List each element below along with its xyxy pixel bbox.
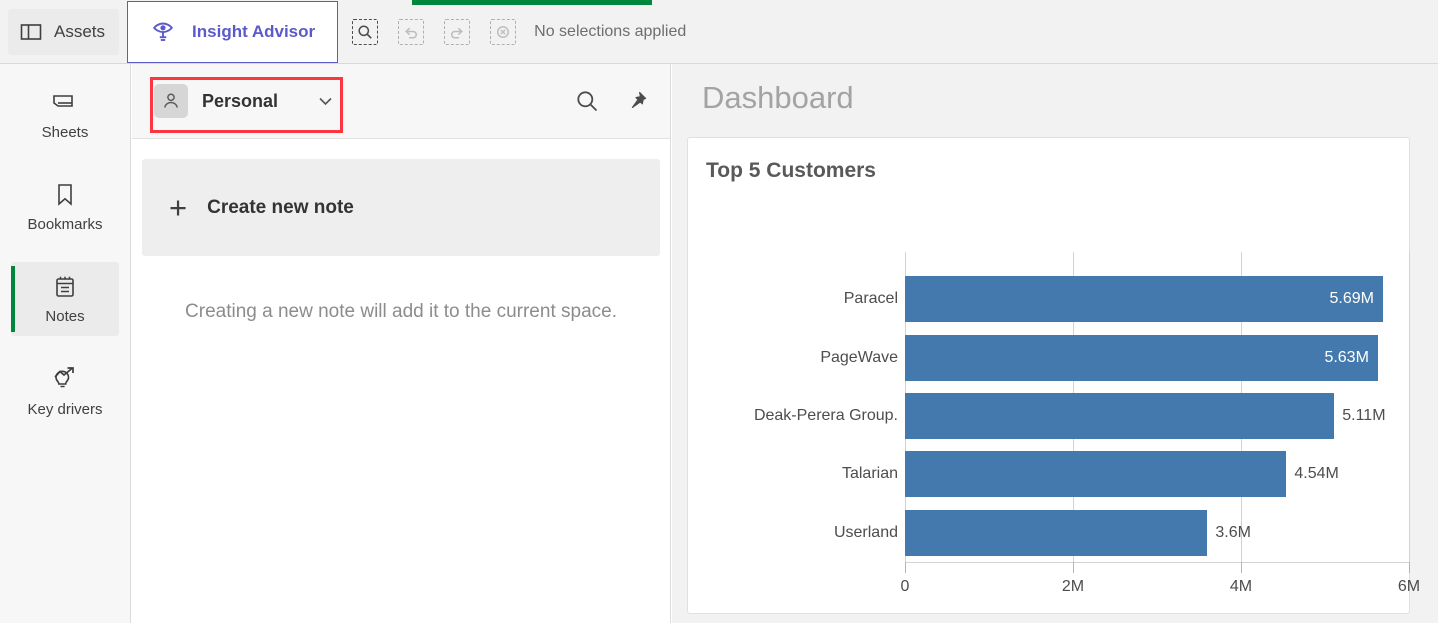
bar-category-label: Deak-Perera Group. bbox=[754, 407, 898, 425]
insight-advisor-label: Insight Advisor bbox=[192, 22, 315, 42]
create-note-label: Create new note bbox=[207, 197, 354, 219]
notes-icon bbox=[52, 274, 78, 300]
bar-value-label: 5.11M bbox=[1342, 407, 1385, 425]
key-drivers-icon bbox=[50, 365, 80, 393]
sidebar-item-sheets[interactable]: Sheets bbox=[11, 78, 119, 152]
tab-insight-advisor[interactable]: Insight Advisor bbox=[127, 1, 338, 63]
bar-value-label: 3.6M bbox=[1215, 524, 1251, 542]
bar[interactable]: Talarian4.54M bbox=[905, 451, 1286, 497]
bar-row[interactable]: PageWave5.63M bbox=[905, 328, 1409, 386]
bookmark-icon bbox=[53, 182, 77, 208]
assets-button[interactable]: Assets bbox=[8, 9, 119, 55]
sidebar-item-label: Key drivers bbox=[27, 401, 102, 418]
selection-status-text: No selections applied bbox=[534, 23, 686, 41]
notes-panel-header: Personal bbox=[132, 64, 670, 139]
assets-label: Assets bbox=[54, 22, 105, 42]
clear-selections-icon[interactable] bbox=[490, 19, 516, 45]
top-toolbar: Assets Insight Advisor bbox=[0, 0, 1438, 64]
axis-tick-label: 4M bbox=[1230, 578, 1252, 596]
pin-icon[interactable] bbox=[626, 90, 648, 112]
chart-card[interactable]: Top 5 Customers Paracel5.69MPageWave5.63… bbox=[687, 137, 1410, 614]
bar[interactable]: Deak-Perera Group.5.11M bbox=[905, 393, 1334, 439]
redo-icon[interactable] bbox=[444, 19, 470, 45]
gridline bbox=[1409, 252, 1410, 566]
axis-tick-label: 0 bbox=[901, 578, 910, 596]
axis-tick bbox=[1409, 562, 1410, 573]
axis-tick-label: 2M bbox=[1062, 578, 1084, 596]
bar-row[interactable]: Deak-Perera Group.5.11M bbox=[905, 387, 1409, 445]
search-icon[interactable] bbox=[575, 89, 600, 114]
space-name-label: Personal bbox=[202, 91, 278, 112]
bar-row[interactable]: Paracel5.69M bbox=[905, 270, 1409, 328]
chart-bars: Paracel5.69M PageWave5.63M Deak-Perera Gro… bbox=[905, 270, 1409, 562]
notes-panel-body: + Create new note Creating a new note wi… bbox=[132, 139, 670, 323]
selection-toolbar bbox=[352, 19, 516, 45]
plus-icon: + bbox=[169, 192, 187, 223]
undo-icon[interactable] bbox=[398, 19, 424, 45]
sidebar-item-bookmarks[interactable]: Bookmarks bbox=[11, 170, 119, 244]
bar-chart[interactable]: Paracel5.69MPageWave5.63MDeak-Perera Gro… bbox=[688, 210, 1411, 610]
axis-tick bbox=[1241, 562, 1242, 573]
page-title: Dashboard bbox=[672, 64, 1438, 116]
sidebar-item-label: Bookmarks bbox=[27, 216, 102, 233]
bar[interactable]: Userland3.6M bbox=[905, 510, 1207, 556]
left-nav-rail: Sheets Bookmarks Notes bbox=[0, 64, 131, 623]
chart-title: Top 5 Customers bbox=[688, 138, 1409, 183]
panel-layout-icon bbox=[20, 22, 42, 42]
bar-category-label: Userland bbox=[834, 524, 898, 542]
sidebar-item-label: Sheets bbox=[42, 124, 89, 141]
notes-panel: Personal + Create ne bbox=[132, 64, 671, 623]
space-selector-dropdown[interactable]: Personal bbox=[144, 78, 343, 124]
bar-category-label: PageWave bbox=[820, 349, 898, 367]
sidebar-item-label: Notes bbox=[45, 308, 84, 325]
lightbulb-eye-icon bbox=[150, 19, 176, 45]
sidebar-item-key-drivers[interactable]: Key drivers bbox=[11, 354, 119, 428]
bar-value-label: 5.69M bbox=[1329, 290, 1382, 308]
axis-tick-label: 6M bbox=[1398, 578, 1420, 596]
bar-value-label: 5.63M bbox=[1324, 349, 1377, 367]
axis-tick bbox=[1073, 562, 1074, 573]
sheet-icon bbox=[51, 90, 79, 116]
create-new-note-button[interactable]: + Create new note bbox=[142, 159, 660, 256]
chevron-down-icon bbox=[318, 96, 333, 106]
dashboard-area: Dashboard Top 5 Customers Paracel5.69MPa… bbox=[672, 64, 1438, 623]
chart-axis-line bbox=[905, 562, 1409, 563]
person-icon bbox=[154, 84, 188, 118]
bar-category-label: Paracel bbox=[844, 290, 898, 308]
axis-tick bbox=[905, 562, 906, 573]
selection-tool-icon[interactable] bbox=[352, 19, 378, 45]
sidebar-item-notes[interactable]: Notes bbox=[11, 262, 119, 336]
notes-empty-hint: Creating a new note will add it to the c… bbox=[142, 301, 660, 323]
bar-value-label: 4.54M bbox=[1294, 465, 1338, 483]
bar-category-label: Talarian bbox=[842, 465, 898, 483]
notes-header-actions bbox=[575, 89, 648, 114]
bar-row[interactable]: Talarian4.54M bbox=[905, 445, 1409, 503]
bar-row[interactable]: Userland3.6M bbox=[905, 504, 1409, 562]
bar[interactable]: PageWave5.63M bbox=[905, 335, 1378, 381]
bar[interactable]: Paracel5.69M bbox=[905, 276, 1383, 322]
loading-progress-bar bbox=[412, 0, 652, 5]
